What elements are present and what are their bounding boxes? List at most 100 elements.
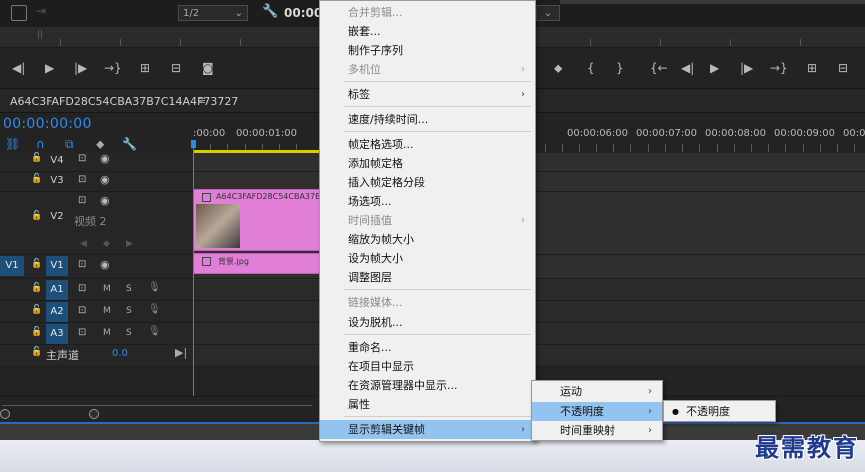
submenu-item-opacity[interactable]: 不透明度 › bbox=[532, 402, 662, 421]
snap-magnet-icon[interactable]: ∩ bbox=[36, 137, 45, 151]
mute-button[interactable]: M bbox=[103, 306, 111, 316]
menu-item-make-subsequence[interactable]: 制作子序列 bbox=[320, 41, 535, 60]
submenu-item-motion[interactable]: 运动 › bbox=[532, 382, 662, 401]
video-clip-v1[interactable]: 背景.jpg bbox=[193, 253, 323, 274]
overwrite-clip-icon[interactable]: ⊟ bbox=[171, 61, 181, 75]
lock-icon[interactable]: 🔓 bbox=[31, 153, 42, 163]
insert-clip-icon[interactable]: ⊞ bbox=[140, 61, 150, 75]
menu-item-nest[interactable]: 嵌套... bbox=[320, 22, 535, 41]
menu-item-merge-clips[interactable]: 合并剪辑... bbox=[320, 3, 535, 22]
menu-item-adjustment-layer[interactable]: 调整图层 bbox=[320, 268, 535, 287]
lift-icon[interactable]: ⊞ bbox=[807, 61, 817, 75]
track-name[interactable]: V1 bbox=[46, 256, 68, 276]
menu-item-frame-hold-options[interactable]: 帧定格选项... bbox=[320, 135, 535, 154]
track-name[interactable]: V4 bbox=[46, 151, 68, 171]
sync-icon[interactable]: ⊡ bbox=[78, 327, 86, 338]
menu-item-reveal-in-project[interactable]: 在项目中显示 bbox=[320, 357, 535, 376]
camera-icon[interactable]: ◙ bbox=[202, 61, 214, 75]
menu-item-scale-to-frame-size[interactable]: 缩放为帧大小 bbox=[320, 230, 535, 249]
sync-icon[interactable]: ⊡ bbox=[78, 305, 86, 316]
mark-in-icon[interactable]: { bbox=[587, 61, 595, 75]
menu-item-properties[interactable]: 属性 bbox=[320, 395, 535, 414]
menu-item-add-frame-hold[interactable]: 添加帧定格 bbox=[320, 154, 535, 173]
menu-item-make-offline[interactable]: 设为脱机... bbox=[320, 313, 535, 332]
zoom-scrollbar[interactable] bbox=[0, 405, 312, 419]
track-name[interactable]: V2 bbox=[46, 207, 68, 227]
menu-item-reveal-in-explorer[interactable]: 在资源管理器中显示... bbox=[320, 376, 535, 395]
step-forward-icon[interactable]: |▶ bbox=[740, 61, 753, 75]
microphone-icon[interactable]: 🎙 bbox=[148, 282, 161, 293]
add-marker-icon[interactable]: ⬥ bbox=[96, 137, 104, 152]
insert-icon[interactable]: ⇥ bbox=[36, 4, 46, 18]
submenu-item-opacity-param[interactable]: ● 不透明度 bbox=[664, 402, 775, 421]
menu-item-multicam[interactable]: 多机位 › bbox=[320, 60, 535, 79]
menu-item-rename[interactable]: 重命名... bbox=[320, 338, 535, 357]
lock-icon[interactable]: 🔓 bbox=[31, 327, 42, 337]
panel-menu-icon[interactable]: ≡ bbox=[197, 94, 206, 107]
eye-icon[interactable]: ◉ bbox=[100, 194, 110, 207]
submenu-item-time-remapping[interactable]: 时间重映射 › bbox=[532, 421, 662, 440]
lock-icon[interactable]: 🔓 bbox=[31, 347, 42, 357]
solo-button[interactable]: S bbox=[126, 306, 132, 316]
step-back-icon[interactable]: ◀| bbox=[12, 61, 25, 75]
track-name[interactable]: A3 bbox=[46, 324, 68, 344]
track-name[interactable]: V3 bbox=[46, 171, 68, 191]
lock-icon[interactable]: 🔓 bbox=[31, 305, 42, 315]
mute-button[interactable]: M bbox=[103, 328, 111, 338]
menu-item-set-to-frame-size[interactable]: 设为帧大小 bbox=[320, 249, 535, 268]
menu-item-show-clip-keyframes[interactable]: 显示剪辑关键帧 › bbox=[320, 420, 535, 439]
menu-item-link-media[interactable]: 链接媒体... bbox=[320, 293, 535, 312]
master-volume-value[interactable]: 0.0 bbox=[112, 348, 128, 359]
solo-button[interactable]: S bbox=[126, 328, 132, 338]
work-area-bar[interactable] bbox=[193, 150, 320, 153]
track-a3[interactable]: 🔓 A3 ⊡ M S 🎙 bbox=[0, 323, 193, 345]
menu-item-label[interactable]: 标签 › bbox=[320, 85, 535, 104]
track-name[interactable]: A1 bbox=[46, 280, 68, 300]
track-master[interactable]: 🔓 主声道 0.0 ▶| bbox=[0, 345, 193, 365]
wrench-icon[interactable]: 🔧 bbox=[122, 137, 137, 151]
program-resolution-select[interactable]: ⌄ bbox=[536, 5, 560, 21]
lock-icon[interactable]: 🔓 bbox=[31, 283, 42, 293]
mark-out-icon[interactable]: } bbox=[616, 61, 624, 75]
play-icon[interactable]: ▶ bbox=[45, 61, 54, 75]
sequence-timecode[interactable]: 00:00:00:00 bbox=[3, 116, 92, 132]
go-to-out-icon[interactable]: →} bbox=[104, 61, 122, 75]
scroll-handle-right[interactable] bbox=[89, 409, 99, 419]
playback-resolution-select[interactable]: 1/2 ⌄ bbox=[178, 5, 248, 21]
sync-icon[interactable]: ⊡ bbox=[78, 259, 86, 270]
play-icon[interactable]: ▶ bbox=[710, 61, 719, 75]
settings-square-icon[interactable] bbox=[11, 5, 27, 21]
track-name[interactable]: A2 bbox=[46, 302, 68, 322]
lock-icon[interactable]: 🔓 bbox=[31, 174, 42, 184]
keyframe-add-icon[interactable]: ◆ bbox=[103, 239, 110, 249]
menu-item-time-interpolation[interactable]: 时间插值 › bbox=[320, 211, 535, 230]
menu-item-field-options[interactable]: 场选项... bbox=[320, 192, 535, 211]
menu-item-speed-duration[interactable]: 速度/持续时间... bbox=[320, 110, 535, 129]
keyframe-nav-next-icon[interactable]: ▶ bbox=[126, 239, 133, 249]
step-forward-icon[interactable]: |▶ bbox=[74, 61, 87, 75]
sync-icon[interactable]: ⊡ bbox=[78, 153, 86, 164]
eye-icon[interactable]: ◉ bbox=[100, 173, 110, 186]
microphone-icon[interactable]: 🎙 bbox=[148, 304, 161, 315]
track-a2[interactable]: 🔓 A2 ⊡ M S 🎙 bbox=[0, 301, 193, 323]
menu-item-insert-frame-hold-segment[interactable]: 插入帧定格分段 bbox=[320, 173, 535, 192]
video-clip-v2[interactable]: A64C3FAFD28C54CBA37B7C14A4F73727 bbox=[193, 189, 382, 251]
step-back-icon[interactable]: ◀| bbox=[681, 61, 694, 75]
extract-icon[interactable]: ⊟ bbox=[838, 61, 848, 75]
track-v1[interactable]: V1 🔓 V1 ⊡ ◉ bbox=[0, 255, 193, 277]
playhead-line[interactable] bbox=[193, 140, 194, 402]
source-patch-v1[interactable]: V1 bbox=[0, 256, 24, 276]
lock-icon[interactable]: 🔓 bbox=[31, 259, 42, 269]
eye-icon[interactable]: ◉ bbox=[100, 152, 110, 165]
playhead-handle[interactable] bbox=[191, 140, 196, 148]
lock-icon[interactable]: 🔓 bbox=[31, 211, 42, 221]
sync-icon[interactable]: ⊡ bbox=[78, 195, 86, 206]
track-v3[interactable]: 🔓 V3 ⊡ ◉ bbox=[0, 171, 193, 191]
marker-icon[interactable]: ⬥ bbox=[554, 61, 562, 75]
go-to-end-icon[interactable]: ▶| bbox=[175, 346, 187, 359]
track-a1[interactable]: 🔓 A1 ⊡ M S 🎙 bbox=[0, 279, 193, 301]
track-v2[interactable]: 🔓 V2 视频 2 ◀ ◆ ▶ bbox=[0, 211, 193, 257]
scroll-handle-left[interactable] bbox=[0, 409, 10, 419]
linked-selection-icon[interactable]: ⧉ bbox=[65, 137, 74, 152]
nest-sequence-icon[interactable]: ⛓ bbox=[5, 137, 20, 151]
